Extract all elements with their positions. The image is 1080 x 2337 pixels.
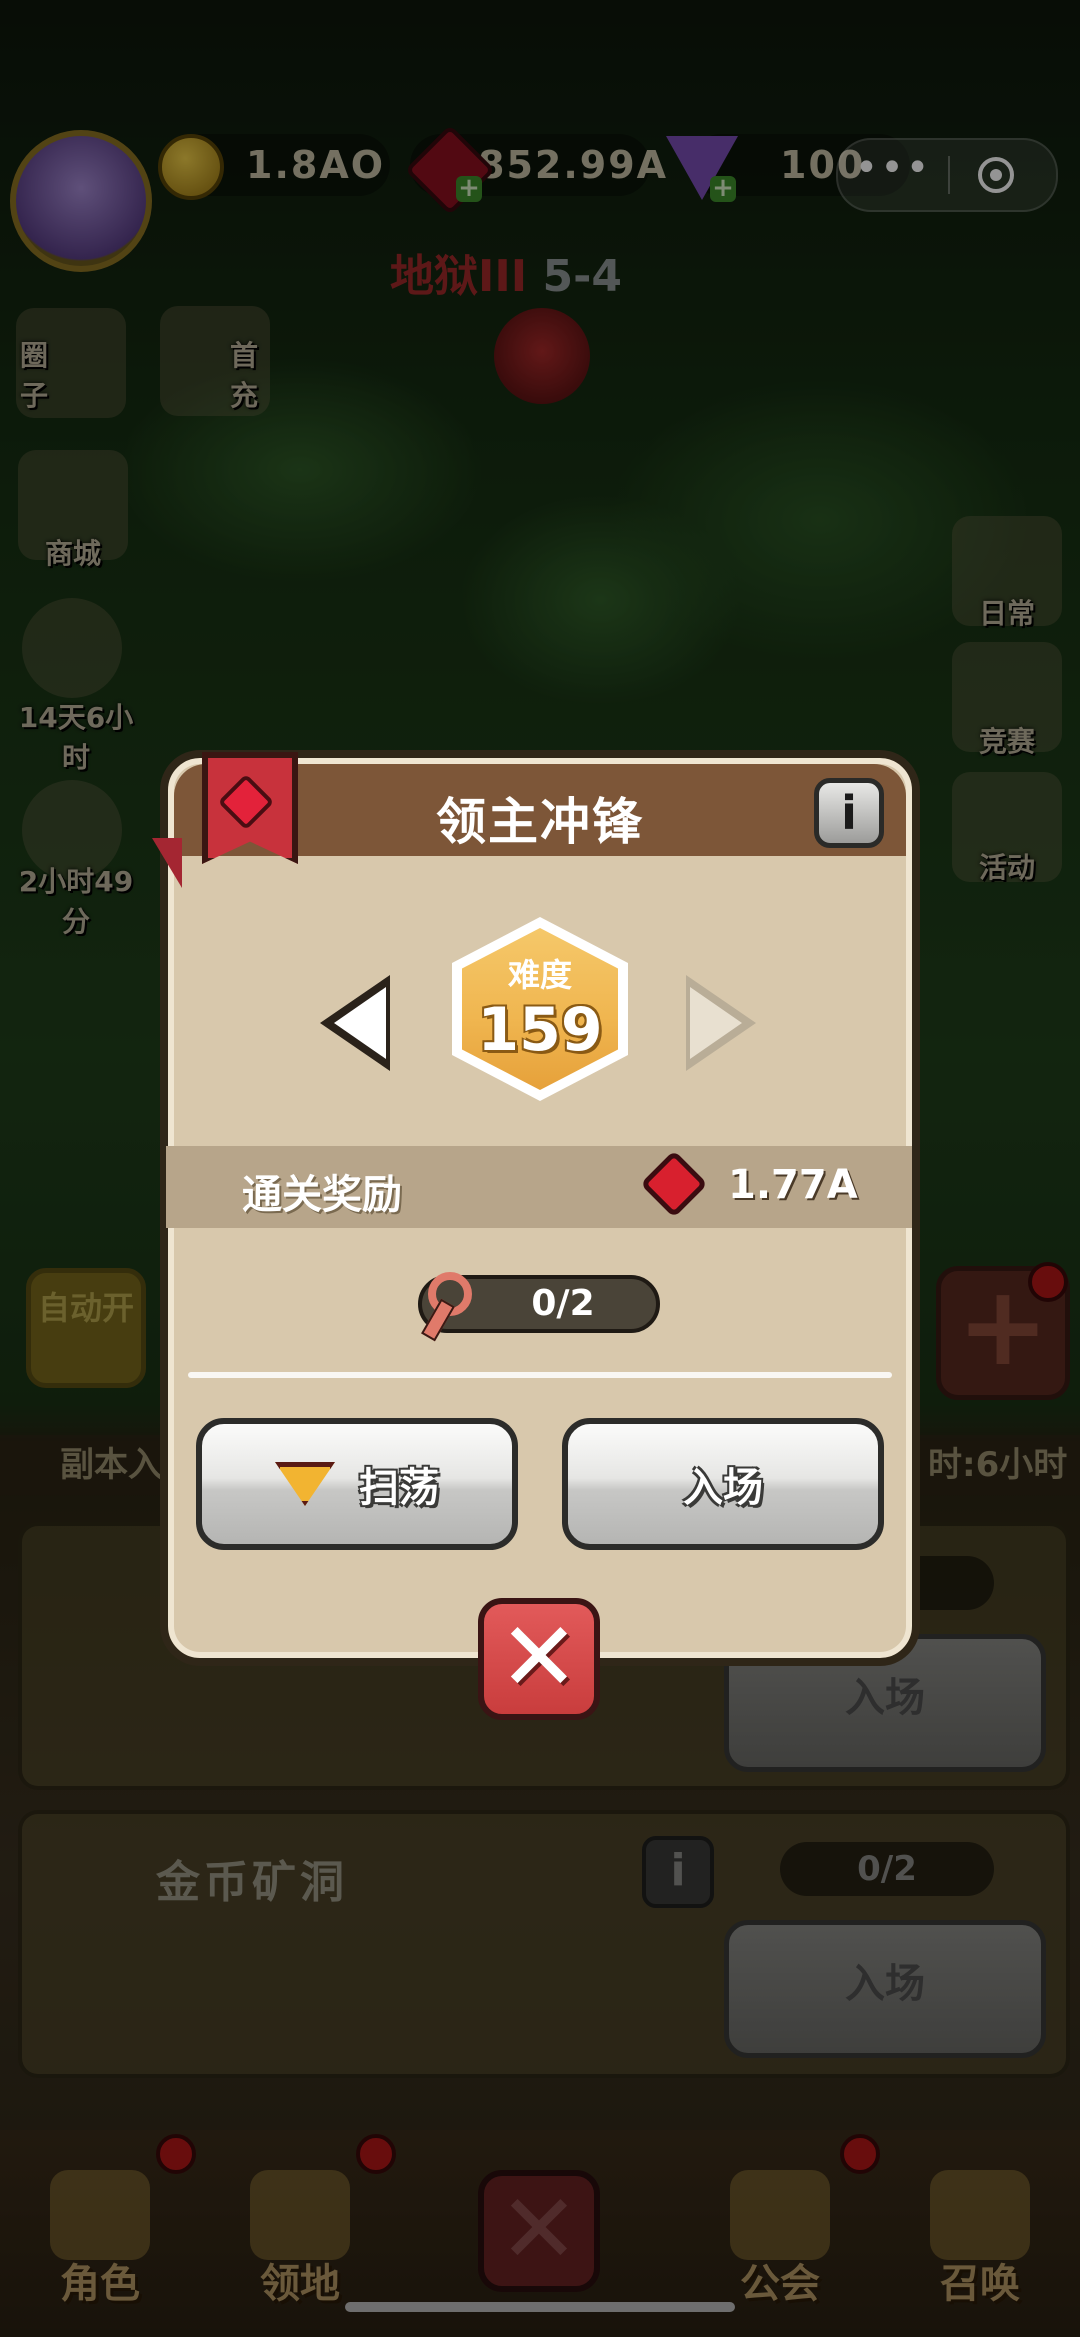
difficulty-value: 159 xyxy=(477,995,603,1065)
difficulty-label: 难度 xyxy=(507,956,572,994)
reward-ruby-icon xyxy=(640,1150,708,1218)
enter-label: 入场 xyxy=(683,1465,763,1511)
key-count: 0/2 xyxy=(531,1283,595,1324)
reward-row: 通关奖励 1.77A xyxy=(166,1146,912,1228)
ruby-banner xyxy=(180,752,298,872)
prev-arrow-icon xyxy=(334,987,386,1059)
enter-button[interactable]: 入场 xyxy=(562,1418,884,1550)
ribbon-tail xyxy=(152,838,182,888)
reward-label: 通关奖励 xyxy=(242,1172,402,1218)
reward-value: 1.77A xyxy=(728,1162,858,1208)
dialog-divider xyxy=(188,1372,892,1378)
next-arrow-icon xyxy=(690,987,742,1059)
sweep-label: 扫荡 xyxy=(359,1465,439,1511)
close-dialog-button[interactable]: ✕ xyxy=(478,1598,600,1720)
sweep-button[interactable]: 扫荡 xyxy=(196,1418,518,1550)
vip-v-icon xyxy=(275,1462,335,1506)
info-button[interactable]: i xyxy=(814,778,884,848)
